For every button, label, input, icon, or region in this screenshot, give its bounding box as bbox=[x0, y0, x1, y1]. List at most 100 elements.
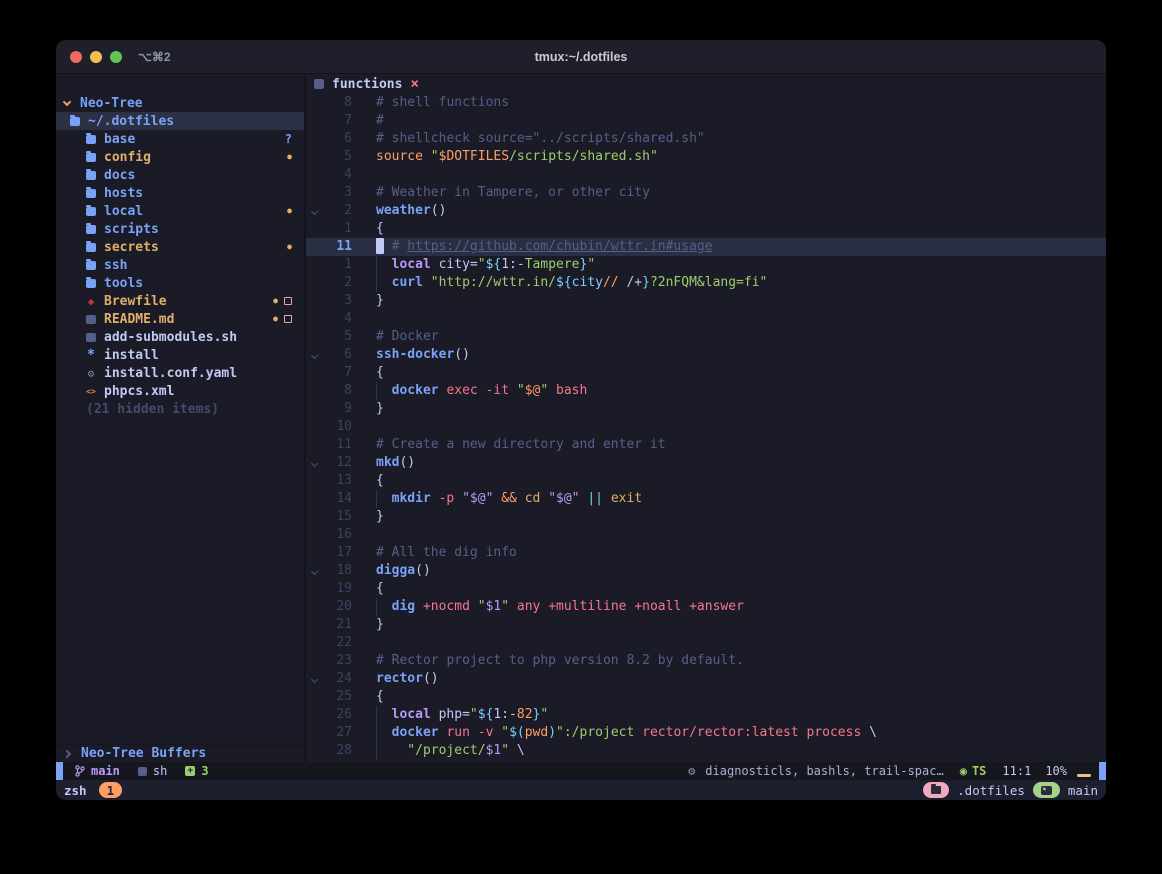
tree-item-label: config bbox=[104, 150, 151, 165]
tree-item-secrets[interactable]: secrets● bbox=[56, 238, 304, 256]
tmux-statusbar: zsh 1 .dotfiles main bbox=[56, 780, 1106, 800]
tree-item-readme.md[interactable]: README.md● bbox=[56, 310, 304, 328]
fold-chevron-icon[interactable] bbox=[310, 351, 317, 358]
code-line[interactable]: 16 bbox=[306, 526, 1106, 544]
neo-tree-header[interactable]: Neo-Tree bbox=[56, 94, 304, 112]
line-number: 26 bbox=[322, 706, 352, 724]
code-line[interactable]: 27docker run -v "$(pwd)":/project rector… bbox=[306, 724, 1106, 742]
code-line[interactable]: 2weather() bbox=[306, 202, 1106, 220]
code-line[interactable]: 21} bbox=[306, 616, 1106, 634]
tree-item-phpcs.xml[interactable]: <>phpcs.xml bbox=[56, 382, 304, 400]
code-line[interactable]: 22 bbox=[306, 634, 1106, 652]
code-line-current[interactable]: 11 # https://github.com/chubin/wttr.in#u… bbox=[306, 238, 1106, 256]
code-line[interactable]: 24rector() bbox=[306, 670, 1106, 688]
code-line[interactable]: 12mkd() bbox=[306, 454, 1106, 472]
line-number: 14 bbox=[322, 490, 352, 508]
line-number: 16 bbox=[322, 526, 352, 544]
folder-icon bbox=[86, 153, 96, 162]
code-line[interactable]: 18digga() bbox=[306, 562, 1106, 580]
tree-item-tools[interactable]: tools bbox=[56, 274, 304, 292]
scrollbar-thumb[interactable] bbox=[1099, 762, 1106, 780]
tree-root-label: ~/.dotfiles bbox=[88, 114, 174, 129]
code-line[interactable]: 4 bbox=[306, 310, 1106, 328]
code-line[interactable]: 17# All the dig info bbox=[306, 544, 1106, 562]
tree-item-base[interactable]: base? bbox=[56, 130, 304, 148]
code-line[interactable]: 28 "/project/$1" \ bbox=[306, 742, 1106, 760]
tree-item-root[interactable]: ~/.dotfiles bbox=[56, 112, 304, 130]
code-line[interactable]: 10 bbox=[306, 418, 1106, 436]
line-number: 3 bbox=[322, 184, 352, 202]
tree-item-install.conf.yaml[interactable]: ⚙install.conf.yaml bbox=[56, 364, 304, 382]
line-number: 7 bbox=[322, 364, 352, 382]
code-line[interactable]: 13{ bbox=[306, 472, 1106, 490]
fold-chevron-icon[interactable] bbox=[310, 207, 317, 214]
code-line[interactable]: 5source "$DOTFILES/scripts/shared.sh" bbox=[306, 148, 1106, 166]
tree-item-local[interactable]: local ● bbox=[56, 202, 304, 220]
tabline: functions × bbox=[306, 74, 1106, 94]
fold-chevron-icon[interactable] bbox=[310, 675, 317, 682]
tree-item-hosts[interactable]: hosts bbox=[56, 184, 304, 202]
line-number: 6 bbox=[322, 346, 352, 364]
code-line[interactable]: 14mkdir -p "$@" && cd "$@" || exit bbox=[306, 490, 1106, 508]
code-line[interactable]: 1{ bbox=[306, 220, 1106, 238]
code-line[interactable]: 8docker exec -it "$@" bash bbox=[306, 382, 1106, 400]
tree-item-add-submodules.sh[interactable]: add-submodules.sh bbox=[56, 328, 304, 346]
code-line[interactable]: 20dig +nocmd "$1" any +multiline +noall … bbox=[306, 598, 1106, 616]
line-content: # All the dig info bbox=[352, 544, 517, 562]
code-line[interactable]: 2curl "http://wttr.in/${city// /+}?2nFQM… bbox=[306, 274, 1106, 292]
tmux-window-index-badge[interactable]: 1 bbox=[99, 782, 123, 798]
line-content: "/project/$1" \ bbox=[352, 742, 525, 760]
tree-item-docs[interactable]: docs bbox=[56, 166, 304, 184]
tree-item-label: local bbox=[104, 204, 143, 219]
code-line[interactable]: 8# shell functions bbox=[306, 94, 1106, 112]
line-content: # bbox=[352, 112, 384, 130]
titlebar: ⌥⌘2 tmux:~/.dotfiles bbox=[56, 40, 1106, 74]
tree-item-config[interactable]: config ● bbox=[56, 148, 304, 166]
code-line[interactable]: 5# Docker bbox=[306, 328, 1106, 346]
unstaged-square-badge bbox=[284, 315, 292, 323]
statusline: main sh + 3 ⚙ diagnosticls, bashls, trai… bbox=[56, 762, 1106, 780]
tree-item-label: ssh bbox=[104, 258, 127, 273]
neo-tree-title: Neo-Tree bbox=[80, 96, 143, 111]
folder-icon bbox=[86, 279, 96, 288]
code-line[interactable]: 15} bbox=[306, 508, 1106, 526]
badges: ● bbox=[287, 207, 292, 215]
code-line[interactable]: 3# Weather in Tampere, or other city bbox=[306, 184, 1106, 202]
line-content: } bbox=[352, 400, 384, 418]
code-line[interactable]: 3} bbox=[306, 292, 1106, 310]
indent-guide bbox=[376, 490, 392, 508]
filetype-label: sh bbox=[153, 764, 167, 778]
code-line[interactable]: 26local php="${1:-82}" bbox=[306, 706, 1106, 724]
code-line[interactable]: 9} bbox=[306, 400, 1106, 418]
tree-item-scripts[interactable]: scripts bbox=[56, 220, 304, 238]
line-content: } bbox=[352, 616, 384, 634]
tmux-window-item[interactable]: zsh 1 bbox=[64, 782, 122, 798]
code-line[interactable]: 19{ bbox=[306, 580, 1106, 598]
code-line[interactable]: 6ssh-docker() bbox=[306, 346, 1106, 364]
code-line[interactable]: 11# Create a new directory and enter it bbox=[306, 436, 1106, 454]
line-number: 1 bbox=[322, 220, 352, 238]
fold-chevron-icon[interactable] bbox=[310, 459, 317, 466]
tree-item-brewfile[interactable]: ◆Brewfile● bbox=[56, 292, 304, 310]
code-line[interactable]: 6# shellcheck source="../scripts/shared.… bbox=[306, 130, 1106, 148]
tree-item--21-hidden-items-[interactable]: (21 hidden items) bbox=[56, 400, 304, 418]
shell-script-icon bbox=[86, 333, 96, 342]
tree-item-label: docs bbox=[104, 168, 135, 183]
neo-tree-buffers-section[interactable]: Neo-Tree Buffers bbox=[56, 744, 304, 762]
code-line[interactable]: 1local city="${1:-Tampere}" bbox=[306, 256, 1106, 274]
tree-item-install[interactable]: *install bbox=[56, 346, 304, 364]
cursor-block bbox=[376, 238, 384, 254]
close-tab-icon[interactable]: × bbox=[410, 76, 418, 92]
code-line[interactable]: 25{ bbox=[306, 688, 1106, 706]
code-line[interactable]: 4 bbox=[306, 166, 1106, 184]
fold-chevron-icon[interactable] bbox=[310, 567, 317, 574]
tab-functions[interactable]: functions × bbox=[314, 76, 419, 92]
code-line[interactable]: 7{ bbox=[306, 364, 1106, 382]
tree-item-ssh[interactable]: ssh bbox=[56, 256, 304, 274]
line-content: } bbox=[352, 508, 384, 526]
line-content: # Docker bbox=[352, 328, 439, 346]
code-line[interactable]: 7# bbox=[306, 112, 1106, 130]
badges: ● bbox=[287, 153, 292, 161]
code-line[interactable]: 23# Rector project to php version 8.2 by… bbox=[306, 652, 1106, 670]
treesitter-icon: ◉ bbox=[960, 764, 967, 778]
